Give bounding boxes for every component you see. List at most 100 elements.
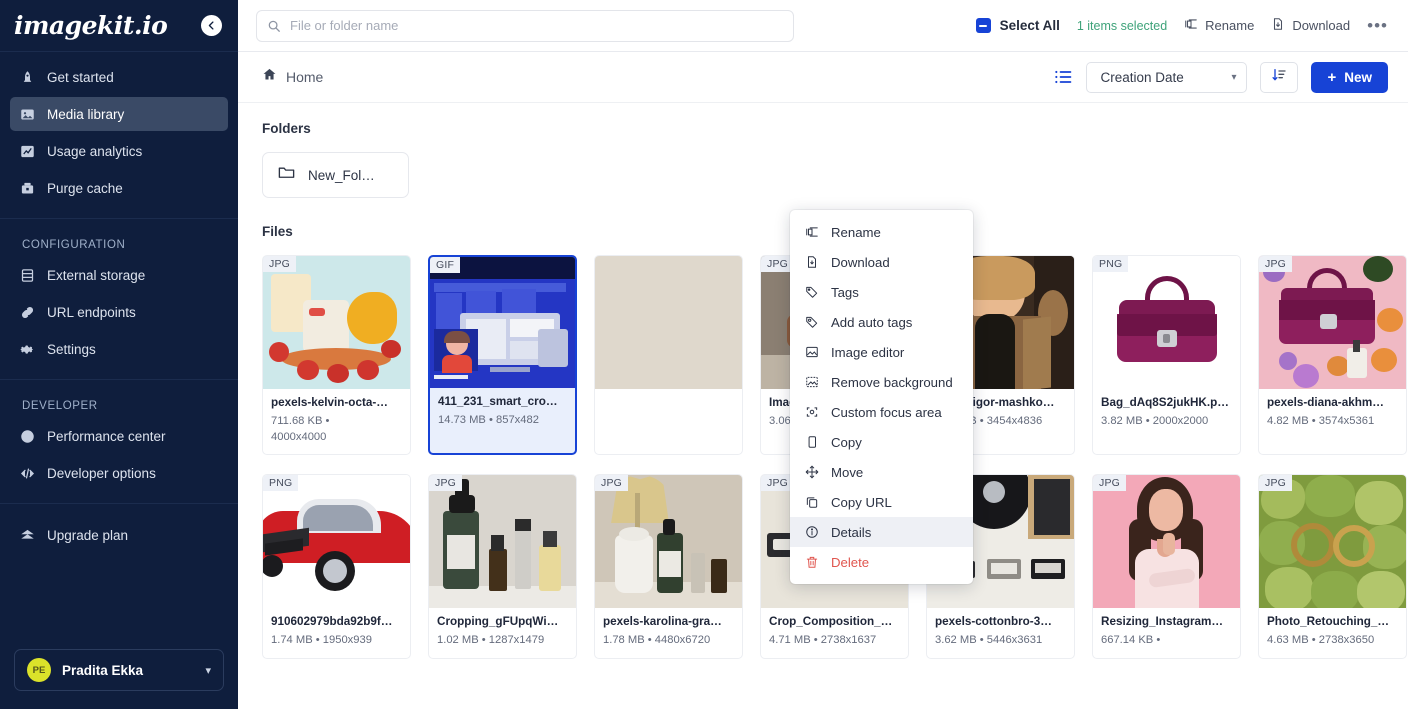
select-all-checkbox[interactable] — [976, 18, 991, 33]
download-button[interactable]: Download — [1271, 17, 1350, 34]
list-view-icon[interactable] — [1053, 67, 1073, 87]
sidebar-item-settings[interactable]: Settings — [10, 332, 228, 366]
file-thumbnail: JPG — [1259, 475, 1406, 608]
file-size: 1.78 MB • 4480x6720 — [603, 632, 734, 648]
sidebar-item-developer-options[interactable]: Developer options — [10, 456, 228, 490]
link-icon — [20, 305, 35, 320]
file-size: 3.82 MB • 2000x2000 — [1101, 413, 1232, 429]
top-toolbar: Select All 1 items selected Rename Downl… — [238, 0, 1408, 52]
download-label: Download — [1292, 18, 1350, 33]
new-button-label: New — [1344, 70, 1372, 85]
select-all-button[interactable]: Select All — [976, 18, 1060, 33]
search-box — [256, 10, 794, 42]
sidebar-item-url-endpoints[interactable]: URL endpoints — [10, 295, 228, 329]
sidebar-item-upgrade-plan[interactable]: Upgrade plan — [10, 518, 228, 552]
folder-icon — [277, 163, 296, 187]
file-meta: 910602979bda92b9f… 1.74 MB • 1950x939 — [263, 608, 410, 657]
sidebar: imagekit.io Get started Media library — [0, 0, 238, 709]
rocket-icon — [20, 70, 35, 85]
context-menu-item-delete[interactable]: Delete — [790, 547, 973, 577]
context-menu-item-remove-background[interactable]: Remove background — [790, 367, 973, 397]
file-meta: Bag_dAq8S2jukHK.p… 3.82 MB • 2000x2000 — [1093, 389, 1240, 438]
more-options-icon[interactable]: ••• — [1367, 22, 1388, 30]
file-size: 4.71 MB • 2738x1637 — [769, 632, 900, 648]
file-card[interactable]: JPG pexels-kelvin-octa-… 711.68 KB • 400… — [262, 255, 411, 455]
context-menu-item-custom-focus-area[interactable]: Custom focus area — [790, 397, 973, 427]
file-meta: pexels-diana-akhm… 4.82 MB • 3574x5361 — [1259, 389, 1406, 438]
context-menu-item-copy[interactable]: Copy — [790, 427, 973, 457]
sidebar-item-external-storage[interactable]: External storage — [10, 258, 228, 292]
file-thumbnail: PNG — [263, 475, 410, 608]
context-menu-item-rename[interactable]: Rename — [790, 217, 973, 247]
thumbnail-art — [430, 257, 575, 388]
file-name: pexels-diana-akhm… — [1267, 396, 1398, 409]
context-menu-item-details[interactable]: Details — [790, 517, 973, 547]
sidebar-item-usage-analytics[interactable]: Usage analytics — [10, 134, 228, 168]
context-menu-item-label: Details — [831, 525, 871, 540]
image-editor-icon — [804, 345, 819, 360]
sidebar-item-performance-center[interactable]: Performance center — [10, 419, 228, 453]
rename-button[interactable]: Rename — [1184, 17, 1254, 34]
file-card-selected[interactable]: GIF 411_231_smart_cro… 14.73 MB • 857x48… — [428, 255, 577, 455]
file-card[interactable]: JPG pexels-karolina-gra… 1.78 MB • 4480x… — [594, 474, 743, 658]
file-thumbnail: JPG — [1093, 475, 1240, 608]
copy-url-icon — [804, 495, 819, 510]
file-card[interactable]: JPG Resizing_Instagram… 667.14 KB • — [1092, 474, 1241, 658]
speedometer-icon — [20, 429, 35, 444]
rename-label: Rename — [1205, 18, 1254, 33]
sidebar-item-label: Purge cache — [47, 181, 123, 196]
thumbnail-art — [1093, 256, 1240, 389]
file-card-obscured[interactable] — [594, 255, 743, 455]
context-menu-item-add-auto-tags[interactable]: Add auto tags — [790, 307, 973, 337]
file-card[interactable]: PNG Bag_dAq8S2jukHK.p… 3.82 MB • 2000x20… — [1092, 255, 1241, 455]
file-meta: Photo_Retouching_… 4.63 MB • 2738x3650 — [1259, 608, 1406, 657]
file-size: 4.63 MB • 2738x3650 — [1267, 632, 1398, 648]
file-thumbnail: JPG — [429, 475, 576, 608]
file-type-badge: JPG — [1259, 256, 1292, 272]
breadcrumb[interactable]: Home — [262, 67, 323, 87]
context-menu-item-image-editor[interactable]: Image editor — [790, 337, 973, 367]
context-menu-item-download[interactable]: Download — [790, 247, 973, 277]
context-menu-item-tags[interactable]: Tags — [790, 277, 973, 307]
rename-icon — [804, 225, 819, 240]
sidebar-upgrade-group: Upgrade plan — [0, 504, 238, 565]
file-name: pexels-kelvin-octa-… — [271, 396, 402, 409]
view-controls: Creation Date ▾ + New — [1053, 62, 1388, 93]
user-menu-button[interactable]: PE Pradita Ekka ▾ — [14, 649, 224, 691]
gear-icon — [20, 342, 35, 357]
sidebar-heading-configuration: CONFIGURATION — [10, 227, 228, 258]
sidebar-item-purge-cache[interactable]: Purge cache — [10, 171, 228, 205]
new-button[interactable]: + New — [1311, 62, 1388, 93]
sidebar-item-media-library[interactable]: Media library — [10, 97, 228, 131]
sidebar-collapse-icon[interactable] — [201, 15, 222, 36]
context-menu-item-move[interactable]: Move — [790, 457, 973, 487]
file-size: 1.74 MB • 1950x939 — [271, 632, 402, 648]
context-menu-item-copy-url[interactable]: Copy URL — [790, 487, 973, 517]
info-icon — [804, 525, 819, 540]
sidebar-heading-developer: DEVELOPER — [10, 388, 228, 419]
sort-direction-button[interactable] — [1260, 62, 1298, 93]
file-card[interactable]: JPG pexels-diana-akhm… 4.82 MB • 3574x53… — [1258, 255, 1407, 455]
sort-field-select[interactable]: Creation Date ▾ — [1086, 62, 1247, 93]
file-card[interactable]: PNG 910602979bda92b9f… 1.74 MB • 1950x93… — [262, 474, 411, 658]
context-menu-item-label: Remove background — [831, 375, 953, 390]
user-name: Pradita Ekka — [62, 663, 194, 678]
file-size: 667.14 KB • — [1101, 632, 1232, 648]
search-input[interactable] — [256, 10, 794, 42]
file-dimensions: 4000x4000 — [271, 429, 402, 445]
folder-card[interactable]: New_Fol… — [262, 152, 409, 198]
top-toolbar-actions: Select All 1 items selected Rename Downl… — [976, 17, 1388, 34]
file-card[interactable]: JPG Cropping_gFUpqWi… 1.02 MB • 1287x147… — [428, 474, 577, 658]
context-menu-item-label: Tags — [831, 285, 859, 300]
context-menu: Rename Download Tags Add auto tags — [790, 210, 973, 584]
remove-background-icon — [804, 375, 819, 390]
purge-cache-icon — [20, 181, 35, 196]
sidebar-developer-group: DEVELOPER Performance center Developer o… — [0, 380, 238, 503]
sidebar-item-get-started[interactable]: Get started — [10, 60, 228, 94]
file-type-badge: JPG — [595, 475, 628, 491]
file-thumbnail — [595, 256, 742, 389]
context-menu-item-label: Delete — [831, 555, 869, 570]
file-size: 4.82 MB • 3574x5361 — [1267, 413, 1398, 429]
select-all-label: Select All — [1000, 18, 1060, 33]
file-card[interactable]: JPG Photo_Retouching_… 4.63 MB • 2738x36… — [1258, 474, 1407, 658]
